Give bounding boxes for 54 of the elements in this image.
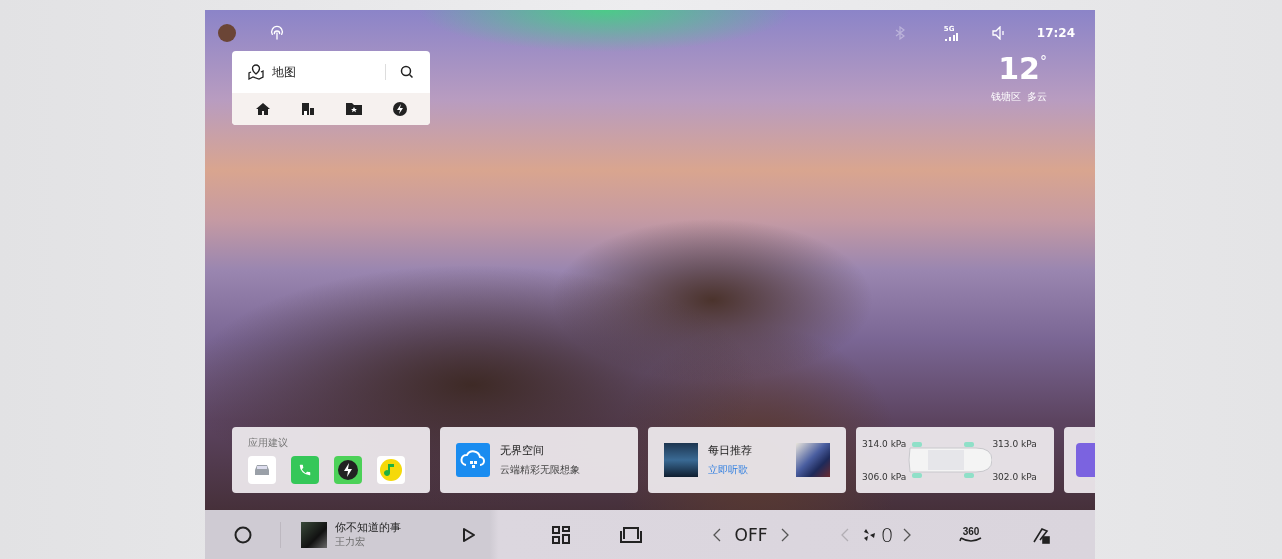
map-shortcut-button[interactable] bbox=[392, 102, 407, 116]
card-title: 应用建议 bbox=[248, 436, 289, 450]
speaker-icon[interactable] bbox=[990, 26, 1007, 40]
seat-button[interactable] bbox=[620, 526, 642, 543]
map-shortcut-button[interactable] bbox=[345, 103, 362, 115]
wiper-lock-button[interactable] bbox=[1032, 525, 1050, 544]
clock-time: 17:24 bbox=[1036, 26, 1075, 40]
next-button[interactable] bbox=[903, 527, 912, 542]
weather-condition: 多云 bbox=[1027, 90, 1047, 104]
tire-pressure-card[interactable]: 314.0 kPa 313.0 kPa 306.0 kPa 302.0 kPa bbox=[856, 427, 1054, 493]
app-icon bbox=[1076, 443, 1095, 477]
fan-icon bbox=[862, 528, 875, 541]
home-icon bbox=[255, 103, 270, 115]
album-cover-image bbox=[664, 443, 698, 477]
building-icon bbox=[300, 103, 315, 115]
temperature: 12° bbox=[998, 54, 1047, 84]
apps-grid-button[interactable] bbox=[552, 525, 570, 544]
search-button[interactable] bbox=[400, 65, 414, 79]
tire-pressure: 306.0 kPa bbox=[862, 471, 907, 482]
map-shortcut-button[interactable] bbox=[255, 103, 270, 115]
song-title: 你不知道的事 bbox=[335, 520, 401, 535]
daily-music-card[interactable]: 每日推荐 立即听歌 bbox=[648, 427, 846, 493]
album-cover-stack-image bbox=[796, 443, 830, 477]
tire-pressure: 314.0 kPa bbox=[862, 438, 907, 449]
hotspot-icon[interactable] bbox=[269, 25, 285, 41]
tire-pressure: 302.0 kPa bbox=[992, 471, 1037, 482]
album-cover-image bbox=[301, 521, 327, 548]
star-folder-icon bbox=[345, 103, 362, 115]
music-note-app-icon[interactable] bbox=[377, 456, 405, 484]
previous-button[interactable] bbox=[712, 527, 721, 542]
map-widget[interactable]: 地图 bbox=[232, 51, 430, 125]
car-app-icon[interactable] bbox=[248, 456, 276, 484]
cloud-space-card[interactable]: 无界空间 云端精彩无限想象 bbox=[440, 427, 638, 493]
tire-pressure: 313.0 kPa bbox=[992, 438, 1037, 449]
district-label: 钱塘区 bbox=[991, 90, 1021, 104]
card-title: 每日推荐 bbox=[708, 443, 753, 458]
artist-name: 王力宏 bbox=[335, 535, 366, 549]
360-view-button[interactable]: 360 bbox=[959, 526, 983, 543]
lightning-icon bbox=[392, 102, 407, 116]
card-title: 无界空间 bbox=[500, 443, 545, 458]
avatar[interactable] bbox=[218, 24, 236, 42]
map-shortcut-button[interactable] bbox=[300, 103, 315, 115]
rotate-arrow-icon bbox=[959, 536, 983, 543]
next-button[interactable] bbox=[781, 527, 790, 542]
card-subtitle: 云端精彩无限想象 bbox=[500, 463, 580, 477]
home-circle-button[interactable] bbox=[233, 525, 252, 544]
fan-speed: 0 bbox=[880, 522, 894, 547]
ac-status: OFF bbox=[734, 524, 768, 545]
cloud-app-icon bbox=[456, 443, 490, 477]
app-card[interactable] bbox=[1064, 427, 1095, 493]
map-pin-icon bbox=[248, 64, 264, 80]
map-title: 地图 bbox=[272, 63, 297, 81]
play-button[interactable] bbox=[461, 526, 476, 543]
lightning-app-icon[interactable] bbox=[334, 456, 362, 484]
